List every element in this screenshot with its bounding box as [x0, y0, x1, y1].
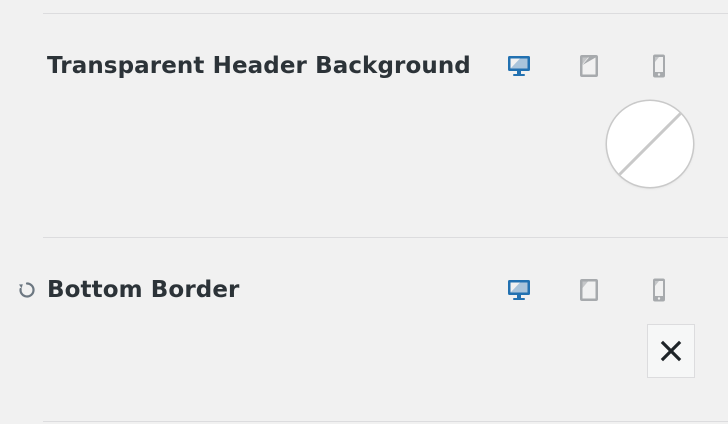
- mobile-icon[interactable]: [645, 52, 673, 80]
- desktop-icon[interactable]: [505, 52, 533, 80]
- bottom-border-control: Bottom Border: [0, 237, 728, 424]
- desktop-icon[interactable]: [505, 276, 533, 304]
- close-icon: [660, 340, 682, 362]
- tablet-icon[interactable]: [575, 276, 603, 304]
- clear-border-button[interactable]: [647, 324, 695, 378]
- mobile-icon[interactable]: [645, 276, 673, 304]
- tablet-icon[interactable]: [575, 52, 603, 80]
- control-title: Bottom Border: [47, 277, 240, 303]
- control-title: Transparent Header Background: [47, 53, 471, 79]
- transparent-header-background-control: Transparent Header Background: [0, 0, 728, 237]
- customizer-panel: Transparent Header Background Bottom Bor…: [0, 0, 728, 424]
- reset-icon[interactable]: [16, 279, 38, 301]
- divider-bottom: [43, 421, 728, 422]
- transparent-color-swatch[interactable]: [607, 101, 693, 187]
